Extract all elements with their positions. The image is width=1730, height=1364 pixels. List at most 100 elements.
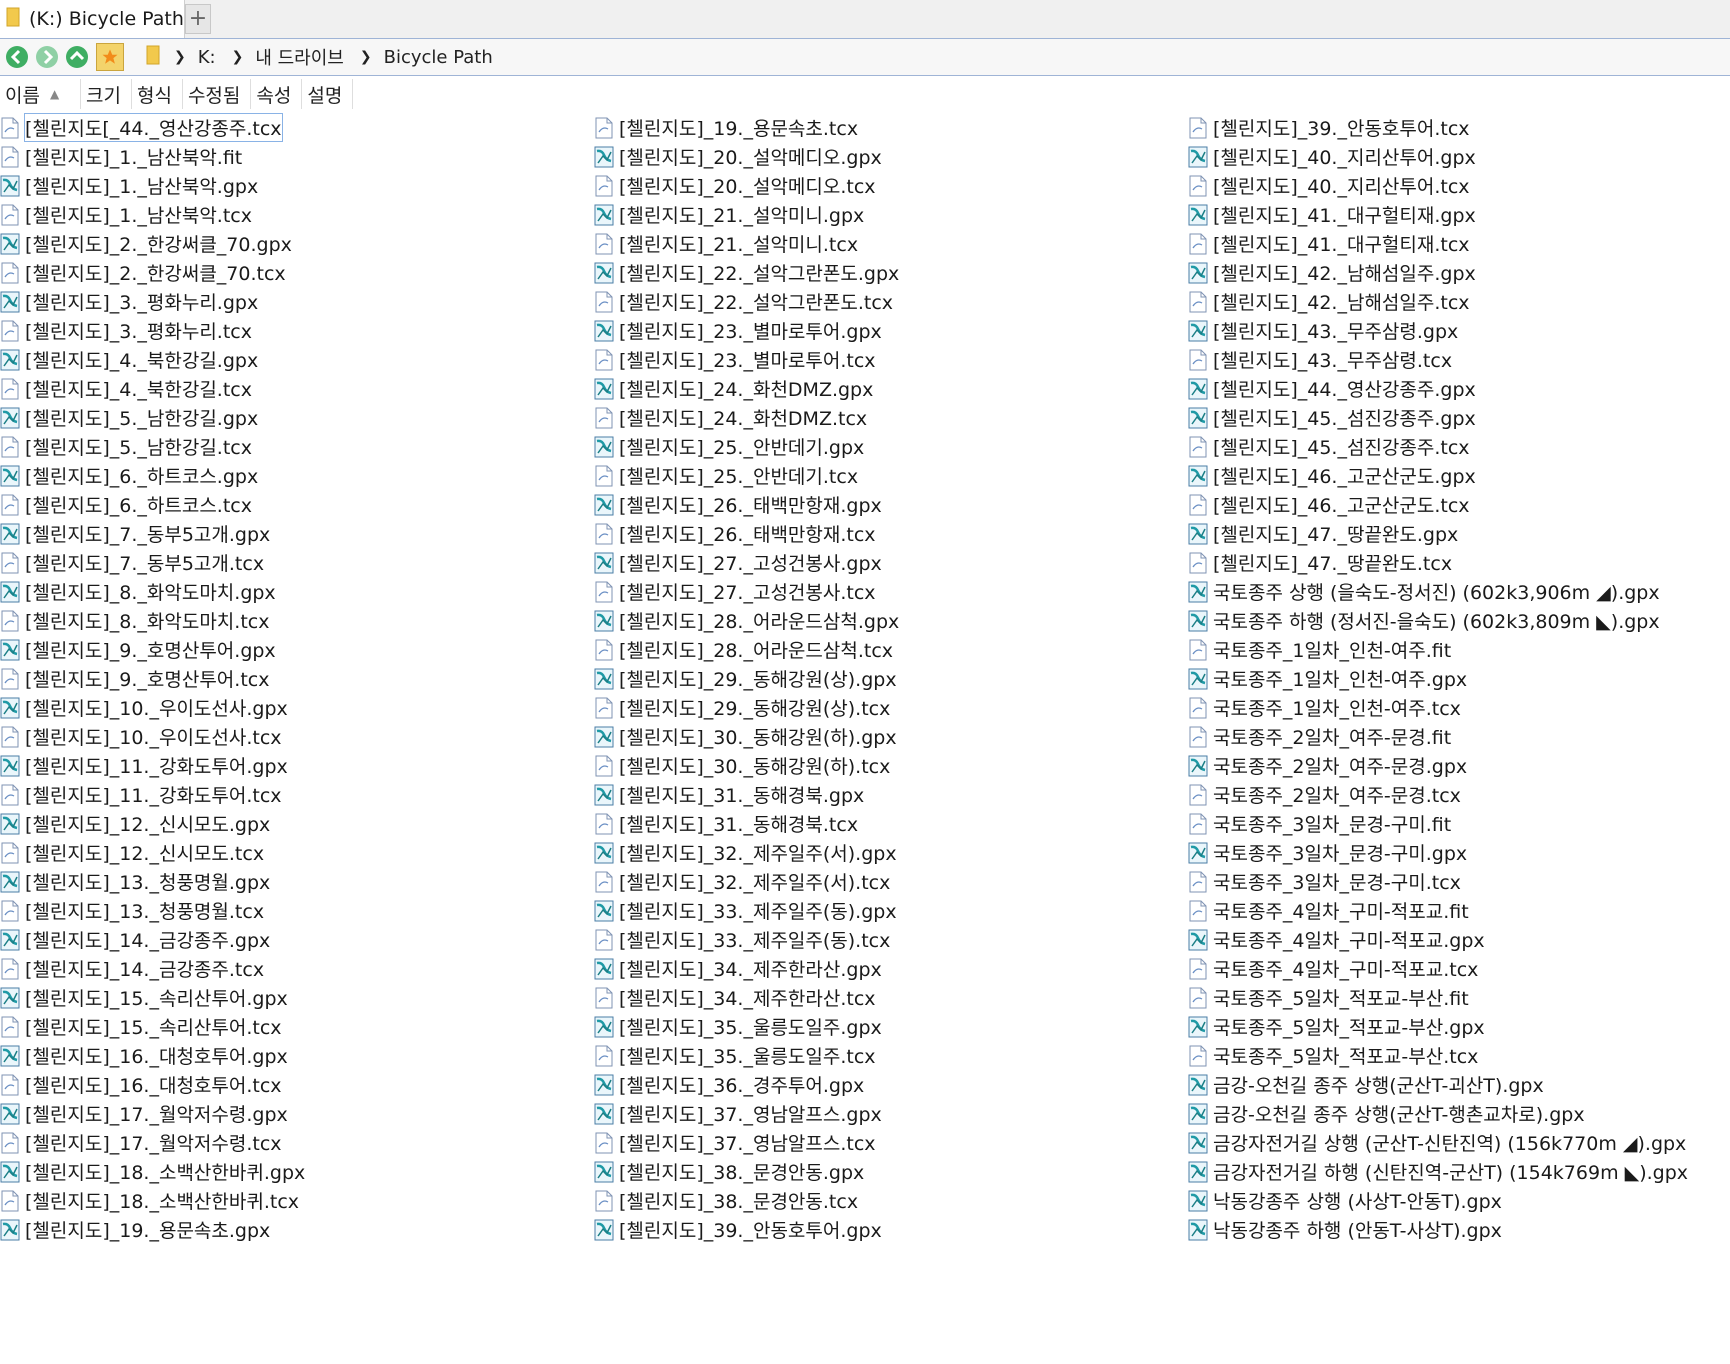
file-item[interactable]: [첼린지도]_3._평화누리.tcx xyxy=(0,316,305,345)
file-item[interactable]: [첼린지도]_4._북한강길.tcx xyxy=(0,374,305,403)
file-item[interactable]: [첼린지도]_43._무주삼령.tcx xyxy=(1188,345,1688,374)
file-item[interactable]: 국토종주_2일차_여주-문경.fit xyxy=(1188,722,1688,751)
file-item[interactable]: 국토종주 하행 (정서진-을숙도) (602k3,809m ◣).gpx xyxy=(1188,606,1688,635)
file-item[interactable]: [첼린지도]_19._용문속초.tcx xyxy=(594,113,899,142)
column-header-size[interactable]: 크기 xyxy=(81,79,132,109)
file-item[interactable]: 국토종주_5일차_적포교-부산.tcx xyxy=(1188,1041,1688,1070)
file-item[interactable]: [첼린지도]_8._화악도마치.gpx xyxy=(0,577,305,606)
file-item[interactable]: [첼린지도]_7._동부5고개.tcx xyxy=(0,548,305,577)
file-item[interactable]: [첼린지도]_8._화악도마치.tcx xyxy=(0,606,305,635)
up-button[interactable] xyxy=(64,44,90,70)
forward-button[interactable] xyxy=(34,44,60,70)
file-item[interactable]: [첼린지도]_45._섬진강종주.gpx xyxy=(1188,403,1688,432)
column-header-name[interactable]: 이름 ▲ xyxy=(0,79,81,109)
file-item[interactable]: [첼린지도]_39._안동호투어.gpx xyxy=(594,1215,899,1244)
file-item[interactable]: [첼린지도]_14._금강종주.tcx xyxy=(0,954,305,983)
file-item[interactable]: [첼린지도]_47._땅끝완도.gpx xyxy=(1188,519,1688,548)
tab-bicycle-path[interactable]: (K:) Bicycle Path xyxy=(0,0,185,38)
file-item[interactable]: 국토종주_5일차_적포교-부산.gpx xyxy=(1188,1012,1688,1041)
file-item[interactable]: [첼린지도]_34._제주한라산.tcx xyxy=(594,983,899,1012)
file-item[interactable]: [첼린지도]_6._하트코스.gpx xyxy=(0,461,305,490)
file-item[interactable]: [첼린지도]_31._동해경북.gpx xyxy=(594,780,899,809)
file-item[interactable]: [첼린지도]_37._영남알프스.gpx xyxy=(594,1099,899,1128)
column-header-type[interactable]: 형식 xyxy=(132,79,183,109)
file-item[interactable]: [첼린지도]_37._영남알프스.tcx xyxy=(594,1128,899,1157)
file-item[interactable]: 국토종주_4일차_구미-적포교.tcx xyxy=(1188,954,1688,983)
file-item[interactable]: [첼린지도]_26._태백만항재.gpx xyxy=(594,490,899,519)
file-item[interactable]: [첼린지도]_9._호명산투어.gpx xyxy=(0,635,305,664)
file-item[interactable]: [첼린지도]_30._동해강원(하).tcx xyxy=(594,751,899,780)
breadcrumb-item-my-drive[interactable]: 내 드라이브 xyxy=(253,44,346,70)
file-item[interactable]: [첼린지도]_20._설악메디오.gpx xyxy=(594,142,899,171)
file-item[interactable]: [첼린지도]_19._용문속초.gpx xyxy=(0,1215,305,1244)
file-item[interactable]: 금강-오천길 종주 상행(군산T-괴산T).gpx xyxy=(1188,1070,1688,1099)
file-item[interactable]: 낙동강종주 상행 (사상T-안동T).gpx xyxy=(1188,1186,1688,1215)
file-item[interactable]: [첼린지도]_21._설악미니.tcx xyxy=(594,229,899,258)
file-item[interactable]: [첼린지도]_13._청풍명월.tcx xyxy=(0,896,305,925)
file-item[interactable]: [첼린지도]_38._문경안동.tcx xyxy=(594,1186,899,1215)
file-item[interactable]: [첼린지도]_17._월악저수령.gpx xyxy=(0,1099,305,1128)
file-item[interactable]: [첼린지도]_3._평화누리.gpx xyxy=(0,287,305,316)
favorites-button[interactable] xyxy=(96,43,124,71)
file-item[interactable]: [첼린지도]_1._남산북악.gpx xyxy=(0,171,305,200)
file-item[interactable]: [첼린지도]_9._호명산투어.tcx xyxy=(0,664,305,693)
file-item[interactable]: 국토종주_1일차_인천-여주.gpx xyxy=(1188,664,1688,693)
file-item[interactable]: [첼린지도]_29._동해강원(상).gpx xyxy=(594,664,899,693)
file-item[interactable]: [첼린지도]_34._제주한라산.gpx xyxy=(594,954,899,983)
file-item[interactable]: [첼린지도]_47._땅끝완도.tcx xyxy=(1188,548,1688,577)
file-item[interactable]: 낙동강종주 하행 (안동T-사상T).gpx xyxy=(1188,1215,1688,1244)
file-item[interactable]: [첼린지도]_26._태백만항재.tcx xyxy=(594,519,899,548)
new-tab-button[interactable]: + xyxy=(185,4,211,34)
file-item[interactable]: [첼린지도]_25._안반데기.tcx xyxy=(594,461,899,490)
file-item[interactable]: [첼린지도]_33._제주일주(동).tcx xyxy=(594,925,899,954)
file-item[interactable]: [첼린지도]_10._우이도선사.tcx xyxy=(0,722,305,751)
file-item[interactable]: [첼린지도]_27._고성건봉사.tcx xyxy=(594,577,899,606)
file-item[interactable]: 국토종주_1일차_인천-여주.fit xyxy=(1188,635,1688,664)
file-item[interactable]: [첼린지도]_10._우이도선사.gpx xyxy=(0,693,305,722)
file-item[interactable]: [첼린지도]_21._설악미니.gpx xyxy=(594,200,899,229)
file-item[interactable]: [첼린지도]_32._제주일주(서).tcx xyxy=(594,867,899,896)
chevron-right-icon[interactable]: ❯ xyxy=(232,49,244,65)
file-item[interactable]: 국토종주_2일차_여주-문경.gpx xyxy=(1188,751,1688,780)
file-item[interactable]: [첼린지도]_16._대청호투어.tcx xyxy=(0,1070,305,1099)
file-item[interactable]: [첼린지도]_45._섬진강종주.tcx xyxy=(1188,432,1688,461)
file-item[interactable]: 국토종주_2일차_여주-문경.tcx xyxy=(1188,780,1688,809)
file-item[interactable]: [첼린지도]_18._소백산한바퀴.gpx xyxy=(0,1157,305,1186)
file-item[interactable]: 국토종주 상행 (을숙도-정서진) (602k3,906m ◢).gpx xyxy=(1188,577,1688,606)
file-item[interactable]: [첼린지도]_11._강화도투어.gpx xyxy=(0,751,305,780)
back-button[interactable] xyxy=(4,44,30,70)
file-item[interactable]: [첼린지도]_24._화천DMZ.gpx xyxy=(594,374,899,403)
file-item[interactable]: [첼린지도]_1._남산북악.tcx xyxy=(0,200,305,229)
file-item[interactable]: 국토종주_3일차_문경-구미.gpx xyxy=(1188,838,1688,867)
file-item[interactable]: 금강자전거길 상행 (군산T-신탄진역) (156k770m ◢).gpx xyxy=(1188,1128,1688,1157)
file-item[interactable]: 국토종주_3일차_문경-구미.tcx xyxy=(1188,867,1688,896)
file-item[interactable]: [첼린지도]_15._속리산투어.gpx xyxy=(0,983,305,1012)
file-item[interactable]: [첼린지도]_36._경주투어.gpx xyxy=(594,1070,899,1099)
file-item[interactable]: [첼린지도]_12._신시모도.gpx xyxy=(0,809,305,838)
file-item[interactable]: [첼린지도]_32._제주일주(서).gpx xyxy=(594,838,899,867)
file-item[interactable]: [첼린지도]_41._대구헐티재.tcx xyxy=(1188,229,1688,258)
file-item[interactable]: [첼린지도]_35._울릉도일주.tcx xyxy=(594,1041,899,1070)
file-item[interactable]: [첼린지도]_40._지리산투어.tcx xyxy=(1188,171,1688,200)
breadcrumb-item-bicycle-path[interactable]: Bicycle Path xyxy=(382,47,495,68)
file-item[interactable]: [첼린지도[_44._영산강종주.tcx xyxy=(0,113,305,142)
file-item[interactable]: [첼린지도]_24._화천DMZ.tcx xyxy=(594,403,899,432)
file-item[interactable]: [첼린지도]_23._별마로투어.gpx xyxy=(594,316,899,345)
file-item[interactable]: [첼린지도]_2._한강써클_70.gpx xyxy=(0,229,305,258)
file-item[interactable]: [첼린지도]_28._어라운드삼척.tcx xyxy=(594,635,899,664)
file-item[interactable]: 금강자전거길 하행 (신탄진역-군산T) (154k769m ◣).gpx xyxy=(1188,1157,1688,1186)
file-item[interactable]: 국토종주_1일차_인천-여주.tcx xyxy=(1188,693,1688,722)
column-header-modified[interactable]: 수정됨 xyxy=(183,79,252,109)
file-item[interactable]: [첼린지도]_14._금강종주.gpx xyxy=(0,925,305,954)
file-item[interactable]: [첼린지도]_31._동해경북.tcx xyxy=(594,809,899,838)
file-item[interactable]: [첼린지도]_39._안동호투어.tcx xyxy=(1188,113,1688,142)
file-item[interactable]: [첼린지도]_46._고군산군도.tcx xyxy=(1188,490,1688,519)
file-item[interactable]: [첼린지도]_30._동해강원(하).gpx xyxy=(594,722,899,751)
file-item[interactable]: [첼린지도]_4._북한강길.gpx xyxy=(0,345,305,374)
column-header-description[interactable]: 설명 xyxy=(302,79,354,109)
file-item[interactable]: [첼린지도]_33._제주일주(동).gpx xyxy=(594,896,899,925)
file-item[interactable]: [첼린지도]_16._대청호투어.gpx xyxy=(0,1041,305,1070)
file-item[interactable]: [첼린지도]_43._무주삼령.gpx xyxy=(1188,316,1688,345)
chevron-right-icon[interactable]: ❯ xyxy=(360,49,372,65)
file-item[interactable]: [첼린지도]_15._속리산투어.tcx xyxy=(0,1012,305,1041)
